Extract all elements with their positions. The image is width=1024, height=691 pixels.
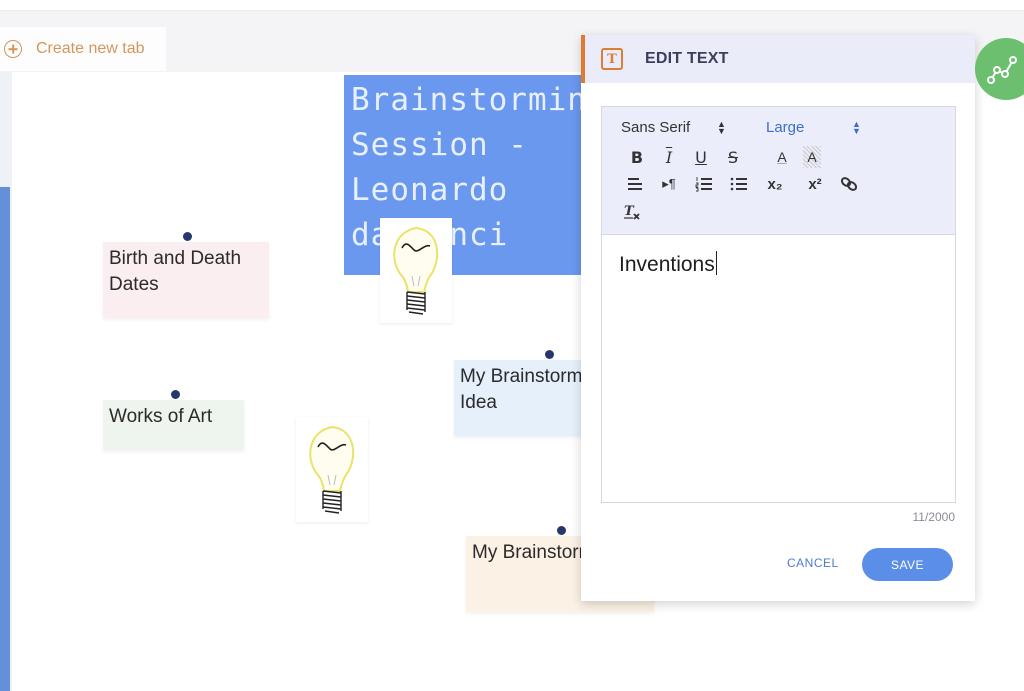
bullet-list-icon <box>730 177 747 191</box>
pin-icon <box>545 350 554 359</box>
editor-toolbar: Sans Serif ▲ ▼ Large ▲ ▼ B I U S A A ▸¶ … <box>602 107 955 235</box>
select-arrows-icon: ▲ ▼ <box>852 118 861 136</box>
italic-button[interactable]: I <box>653 146 685 168</box>
clear-format-button[interactable]: T <box>621 201 643 223</box>
sticky-note-text: Birth and Death Dates <box>109 248 242 295</box>
text-content-value: Inventions <box>619 253 715 276</box>
underline-button[interactable]: U <box>685 146 717 168</box>
character-counter: 11/2000 <box>912 510 956 524</box>
pin-icon <box>557 526 566 535</box>
subscript-button[interactable]: x₂ <box>759 173 791 195</box>
graph-nodes-icon <box>987 56 1017 84</box>
ordered-list-icon <box>695 177 712 192</box>
svg-text:T: T <box>624 204 635 219</box>
top-strip <box>0 0 1024 10</box>
text-content-input[interactable]: Inventions <box>602 235 955 502</box>
bullet-list-button[interactable] <box>719 173 759 195</box>
app-root: Create new tab Brainstorming Session - L… <box>0 0 1024 691</box>
dialog-title: EDIT TEXT <box>645 50 729 67</box>
font-family-value: Sans Serif <box>621 119 691 136</box>
font-size-select[interactable]: Large ▲ ▼ <box>766 119 876 136</box>
ordered-list-button[interactable] <box>689 173 719 195</box>
save-button[interactable]: SAVE <box>862 548 953 581</box>
font-family-select[interactable]: Sans Serif ▲ ▼ <box>621 119 766 136</box>
create-new-tab-label: Create new tab <box>36 40 145 57</box>
link-button[interactable] <box>839 173 859 195</box>
text-caret <box>715 251 718 275</box>
background-color-button[interactable]: A <box>803 146 821 168</box>
strikethrough-button[interactable]: S <box>717 146 749 168</box>
sticky-note-text: Works of Art <box>109 406 213 427</box>
pin-icon <box>171 390 180 399</box>
select-arrows-icon: ▲ ▼ <box>717 118 726 136</box>
cancel-button[interactable]: CANCEL <box>787 556 839 570</box>
lightbulb-image[interactable] <box>380 218 452 323</box>
align-icon <box>628 178 642 190</box>
link-icon <box>840 177 858 191</box>
sticky-note-brainstorm-idea-1[interactable]: My Brainstorm Idea <box>454 360 594 436</box>
font-color-button[interactable]: A <box>767 146 797 168</box>
sticky-note-text: My Brainstorm Idea <box>460 366 583 413</box>
font-size-value: Large <box>766 119 805 136</box>
left-scroll-bar[interactable] <box>0 187 10 691</box>
edit-text-dialog: T EDIT TEXT Sans Serif ▲ ▼ Large ▲ ▼ B I… <box>581 35 975 601</box>
bold-button[interactable]: B <box>621 146 653 168</box>
dialog-header: T EDIT TEXT <box>581 35 975 83</box>
create-new-tab-button[interactable]: Create new tab <box>0 27 166 71</box>
clear-format-icon: T <box>624 204 640 220</box>
align-button[interactable] <box>621 173 649 195</box>
superscript-button[interactable]: x² <box>791 173 839 195</box>
text-format-icon: T <box>601 48 623 70</box>
plus-circle-icon <box>4 40 22 58</box>
sticky-note-birth-death[interactable]: Birth and Death Dates <box>103 242 269 318</box>
text-direction-button[interactable]: ▸¶ <box>649 173 689 195</box>
lightbulb-image[interactable] <box>296 417 368 522</box>
lightbulb-icon <box>309 425 355 514</box>
dialog-accent-bar <box>581 35 585 83</box>
sticky-note-works-of-art[interactable]: Works of Art <box>103 400 244 450</box>
lightbulb-icon <box>393 226 439 315</box>
pin-icon <box>183 232 192 241</box>
rich-text-editor: Sans Serif ▲ ▼ Large ▲ ▼ B I U S A A ▸¶ … <box>601 106 956 503</box>
